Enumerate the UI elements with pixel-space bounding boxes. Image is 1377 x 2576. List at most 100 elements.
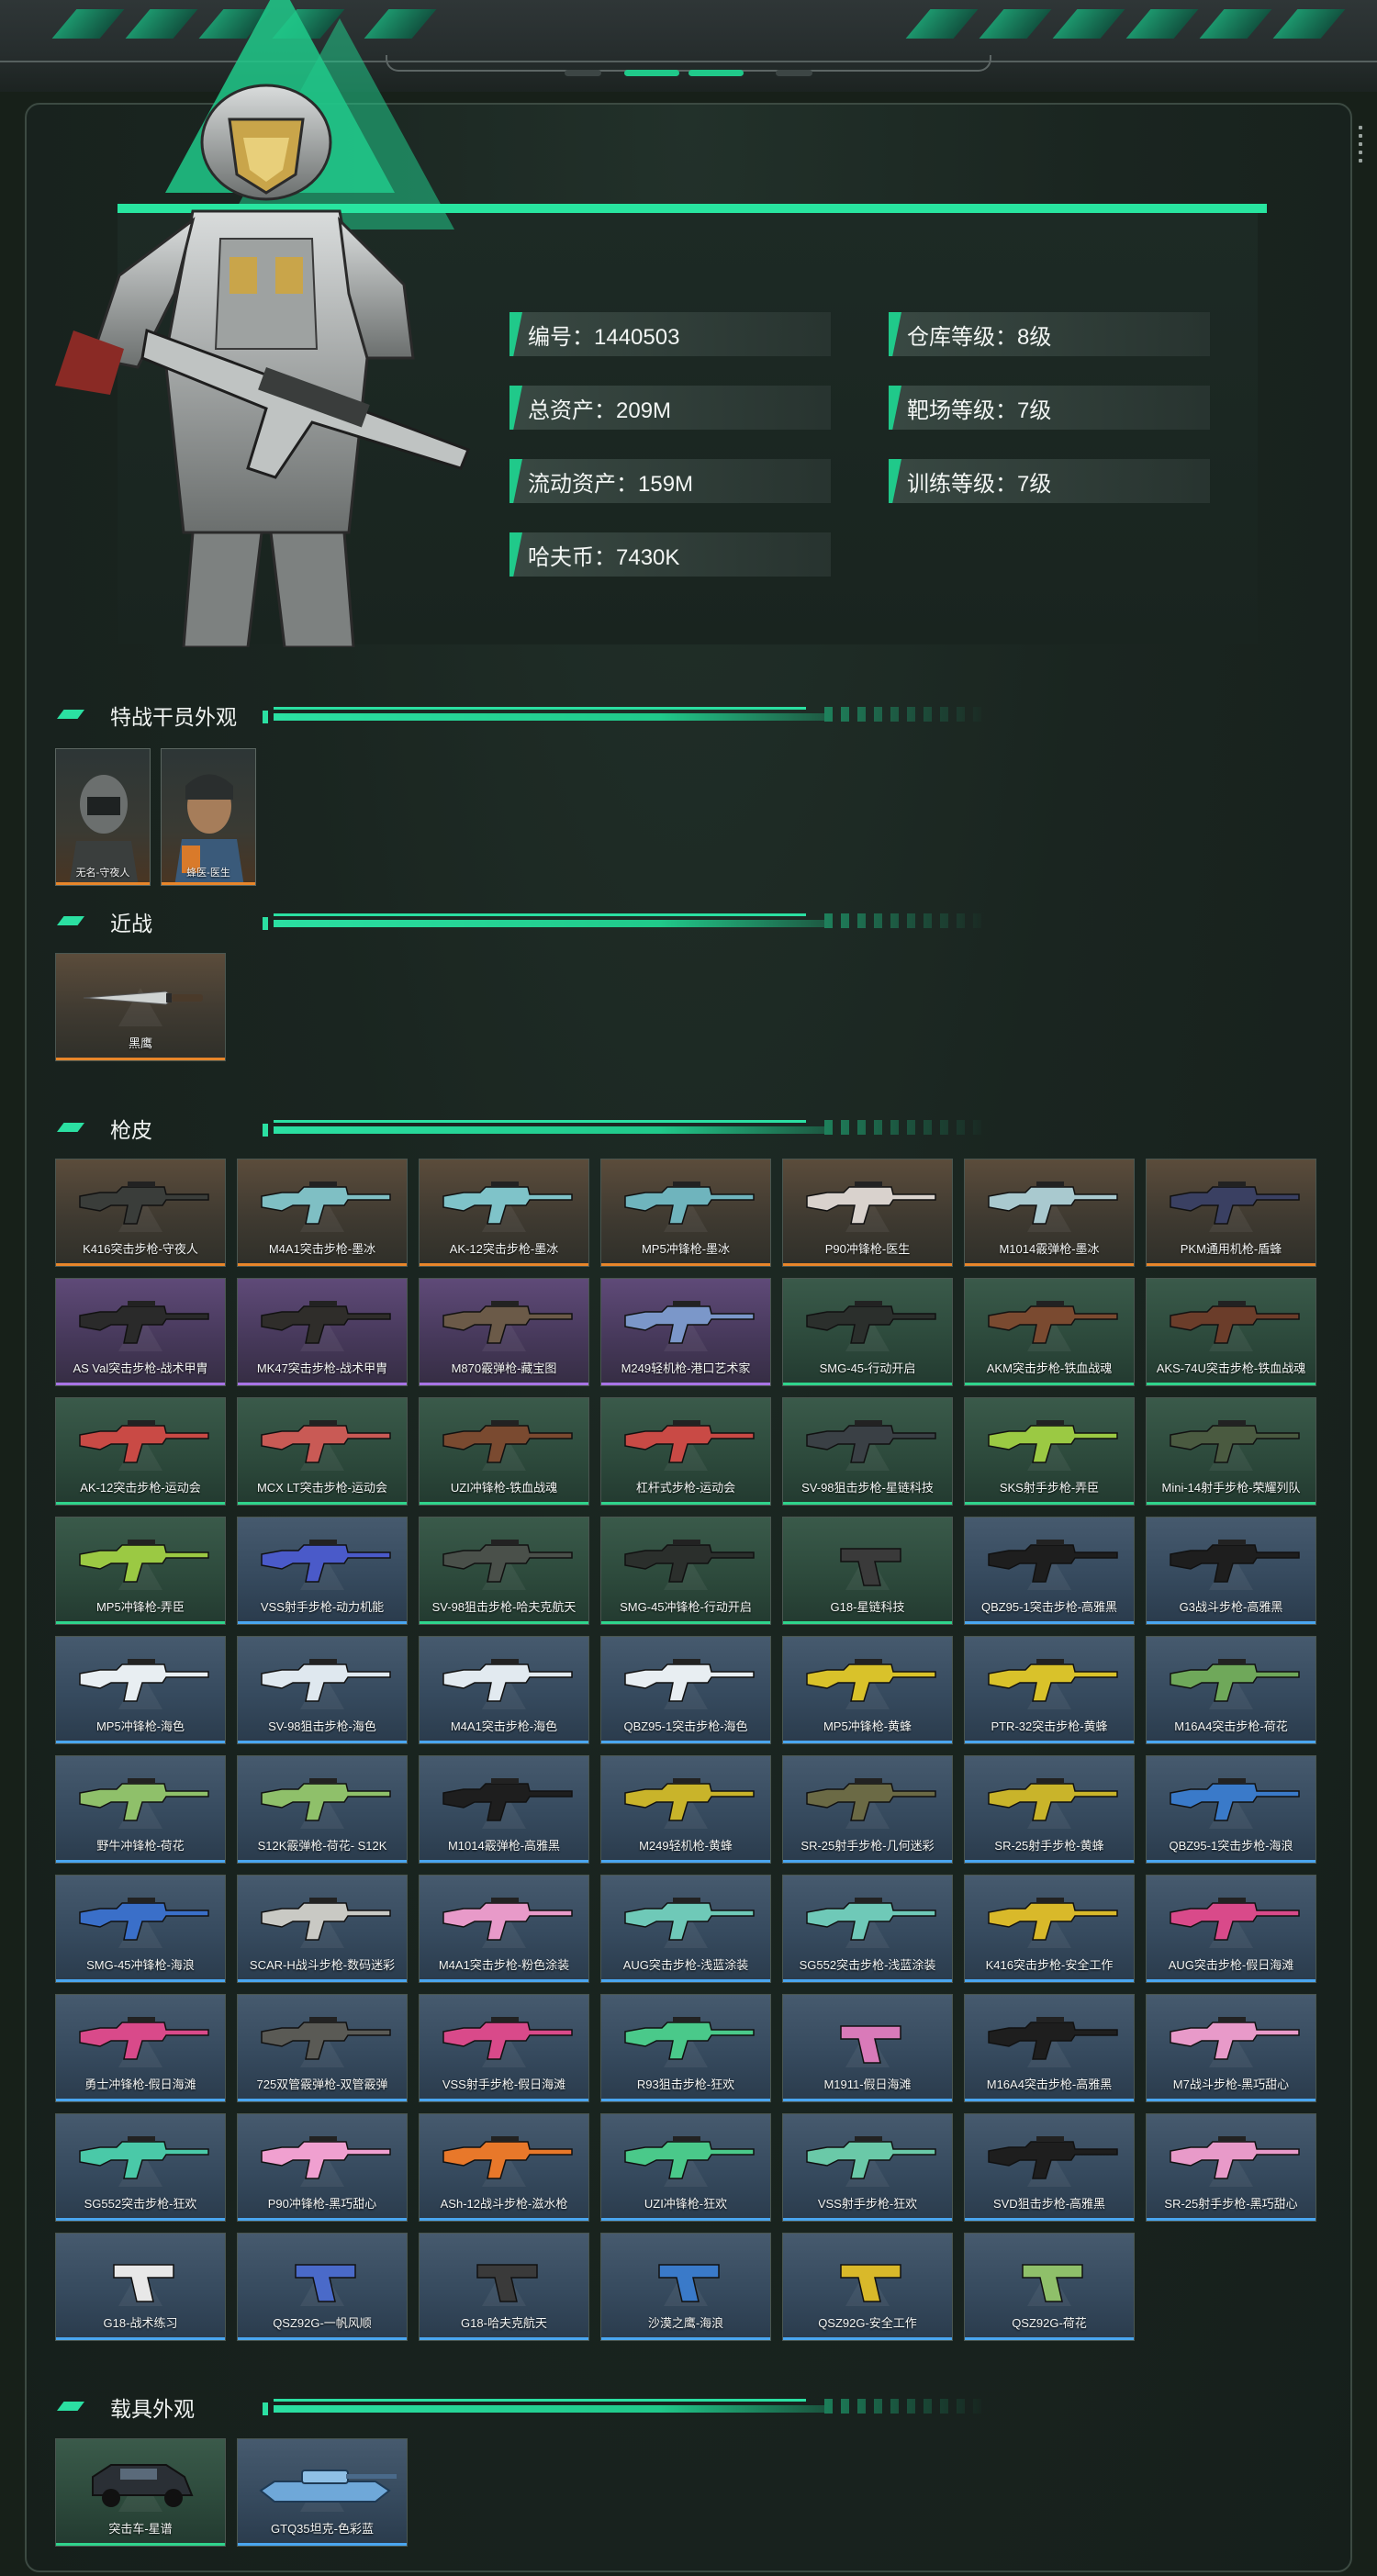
skin-card[interactable]: MK47突击步枪-战术甲胄	[237, 1278, 408, 1386]
operator-card[interactable]: 蜂医-医生	[161, 748, 256, 886]
weapon-icon	[806, 1659, 936, 1702]
skin-card[interactable]: Mini-14射手步枪-荣耀列队	[1146, 1397, 1316, 1506]
skin-card[interactable]: PTR-32突击步枪-黄蜂	[964, 1636, 1135, 1744]
skin-card[interactable]: SG552突击步枪-浅蓝涂装	[782, 1875, 953, 1983]
skin-label: QSZ92G-安全工作	[818, 2316, 917, 2330]
skin-card[interactable]: 野牛冲锋枪-荷花	[55, 1755, 226, 1864]
skin-card[interactable]: G18-战术练习	[55, 2233, 226, 2341]
skin-card[interactable]: MCX LT突击步枪-运动会	[237, 1397, 408, 1506]
skin-card[interactable]: QBZ95-1突击步枪-海浪	[1146, 1755, 1316, 1864]
skin-label: AKM突击步枪-铁血战魂	[986, 1361, 1113, 1375]
weapon-icon	[79, 1898, 209, 1941]
skin-card[interactable]: K416突击步枪-守夜人	[55, 1159, 226, 1267]
skin-card[interactable]: MP5冲锋枪-弄臣	[55, 1517, 226, 1625]
skin-card[interactable]: VSS射手步枪-假日海滩	[419, 1994, 589, 2102]
skin-card[interactable]: AKM突击步枪-铁血战魂	[964, 1278, 1135, 1386]
skin-card[interactable]: M870霰弹枪-藏宝图	[419, 1278, 589, 1386]
skin-card[interactable]: SR-25射手步枪-几何迷彩	[782, 1755, 953, 1864]
skin-card[interactable]: MP5冲锋枪-墨冰	[600, 1159, 771, 1267]
skin-card[interactable]: AK-12突击步枪-运动会	[55, 1397, 226, 1506]
weapon-icon	[1170, 2017, 1300, 2060]
section-header-operators: 特战干员外观	[53, 700, 990, 729]
weapon-icon	[113, 2264, 174, 2302]
section-title: 载具外观	[110, 2397, 195, 2421]
skin-card[interactable]: AKS-74U突击步枪-铁血战魂	[1146, 1278, 1316, 1386]
weapon-icon	[442, 1778, 573, 1821]
skin-card[interactable]: 725双管霰弹枪-双管霰弹	[237, 1994, 408, 2102]
skin-label: AS Val突击步枪-战术甲胄	[73, 1361, 208, 1375]
skin-card[interactable]: SMG-45冲锋枪-行动开启	[600, 1517, 771, 1625]
skin-card[interactable]: 沙漠之鹰-海浪	[600, 2233, 771, 2341]
skin-label: 勇士冲锋枪-假日海滩	[84, 2078, 196, 2091]
skin-card[interactable]: SVD狙击步枪-高雅黑	[964, 2113, 1135, 2222]
skin-card[interactable]: K416突击步枪-安全工作	[964, 1875, 1135, 1983]
skin-card[interactable]: M1014霰弹枪-高雅黑	[419, 1755, 589, 1864]
skin-card[interactable]: G3战斗步枪-高雅黑	[1146, 1517, 1316, 1625]
scroll-indicator[interactable]	[1359, 126, 1364, 167]
vehicle-card[interactable]: GTQ35坦克-色彩蓝	[237, 2438, 408, 2547]
skin-card[interactable]: M4A1突击步枪-海色	[419, 1636, 589, 1744]
skin-card[interactable]: M1014霰弹枪-墨冰	[964, 1159, 1135, 1267]
weapon-icon	[1170, 1182, 1300, 1225]
skin-card[interactable]: M4A1突击步枪-粉色涂装	[419, 1875, 589, 1983]
skin-label: SG552突击步枪-浅蓝涂装	[799, 1958, 936, 1972]
skin-card[interactable]: M7战斗步枪-黑巧甜心	[1146, 1994, 1316, 2102]
skin-card[interactable]: AS Val突击步枪-战术甲胄	[55, 1278, 226, 1386]
skin-card[interactable]: SV-98狙击步枪-星链科技	[782, 1397, 953, 1506]
skin-card[interactable]: MP5冲锋枪-海色	[55, 1636, 226, 1744]
skin-card[interactable]: AUG突击步枪-浅蓝涂装	[600, 1875, 771, 1983]
skin-card[interactable]: SCAR-H战斗步枪-数码迷彩	[237, 1875, 408, 1983]
skin-card[interactable]: QBZ95-1突击步枪-海色	[600, 1636, 771, 1744]
skin-card[interactable]: 勇士冲锋枪-假日海滩	[55, 1994, 226, 2102]
skin-label: SCAR-H战斗步枪-数码迷彩	[249, 1958, 396, 1972]
skin-card[interactable]: 杠杆式步枪-运动会	[600, 1397, 771, 1506]
skin-card[interactable]: M249轻机枪-港口艺术家	[600, 1278, 771, 1386]
skin-card[interactable]: M16A4突击步枪-高雅黑	[964, 1994, 1135, 2102]
skin-card[interactable]: UZI冲锋枪-铁血战魂	[419, 1397, 589, 1506]
skin-card[interactable]: QSZ92G-安全工作	[782, 2233, 953, 2341]
operator-card[interactable]: 无名-守夜人	[55, 748, 151, 886]
skin-card[interactable]: ASh-12战斗步枪-滋水枪	[419, 2113, 589, 2222]
skin-card[interactable]: P90冲锋枪-黑巧甜心	[237, 2113, 408, 2222]
skin-card[interactable]: SMG-45-行动开启	[782, 1278, 953, 1386]
weapon-icon	[476, 2264, 538, 2302]
melee-card[interactable]: 黑鹰	[55, 953, 226, 1061]
skin-card[interactable]: AUG突击步枪-假日海滩	[1146, 1875, 1316, 1983]
skin-label: SMG-45冲锋枪-行动开启	[620, 1600, 752, 1614]
skin-card[interactable]: SV-98狙击步枪-哈夫克航天	[419, 1517, 589, 1625]
skin-card[interactable]: AK-12突击步枪-墨冰	[419, 1159, 589, 1267]
weapon-icon	[261, 1898, 391, 1941]
weapon-icon	[1022, 2264, 1083, 2302]
skin-label: M4A1突击步枪-墨冰	[268, 1242, 376, 1256]
skin-label: G3战斗步枪-高雅黑	[1179, 1600, 1283, 1614]
skin-card[interactable]: VSS射手步枪-动力机能	[237, 1517, 408, 1625]
operator-label: 无名-守夜人	[75, 868, 130, 879]
skin-card[interactable]: QSZ92G-荷花	[964, 2233, 1135, 2341]
weapon-icon	[79, 1778, 209, 1821]
weapon-icon	[79, 2136, 209, 2179]
skin-card[interactable]: SMG-45冲锋枪-海浪	[55, 1875, 226, 1983]
skin-card[interactable]: PKM通用机枪-盾蜂	[1146, 1159, 1316, 1267]
skin-card[interactable]: M16A4突击步枪-荷花	[1146, 1636, 1316, 1744]
skin-card[interactable]: M249轻机枪-黄蜂	[600, 1755, 771, 1864]
skin-card[interactable]: S12K霰弹枪-荷花- S12K	[237, 1755, 408, 1864]
skin-card[interactable]: M1911-假日海滩	[782, 1994, 953, 2102]
skin-card[interactable]: G18-哈夫克航天	[419, 2233, 589, 2341]
skin-card[interactable]: P90冲锋枪-医生	[782, 1159, 953, 1267]
skin-card[interactable]: QBZ95-1突击步枪-高雅黑	[964, 1517, 1135, 1625]
skin-card[interactable]: MP5冲锋枪-黄蜂	[782, 1636, 953, 1744]
section-title: 枪皮	[110, 1118, 152, 1142]
skin-card[interactable]: G18-星链科技	[782, 1517, 953, 1625]
skin-card[interactable]: SV-98狙击步枪-海色	[237, 1636, 408, 1744]
skin-card[interactable]: QSZ92G-一帆风顺	[237, 2233, 408, 2341]
skin-card[interactable]: SR-25射手步枪-黄蜂	[964, 1755, 1135, 1864]
stat-hafcoin: 哈夫币：7430K	[509, 532, 831, 577]
skin-card[interactable]: R93狙击步枪-狂欢	[600, 1994, 771, 2102]
skin-card[interactable]: UZI冲锋枪-狂欢	[600, 2113, 771, 2222]
skin-card[interactable]: SR-25射手步枪-黑巧甜心	[1146, 2113, 1316, 2222]
skin-card[interactable]: VSS射手步枪-狂欢	[782, 2113, 953, 2222]
skin-card[interactable]: SKS射手步枪-弄臣	[964, 1397, 1135, 1506]
skin-card[interactable]: SG552突击步枪-狂欢	[55, 2113, 226, 2222]
skin-card[interactable]: M4A1突击步枪-墨冰	[237, 1159, 408, 1267]
vehicle-card[interactable]: 突击车-星谱	[55, 2438, 226, 2547]
